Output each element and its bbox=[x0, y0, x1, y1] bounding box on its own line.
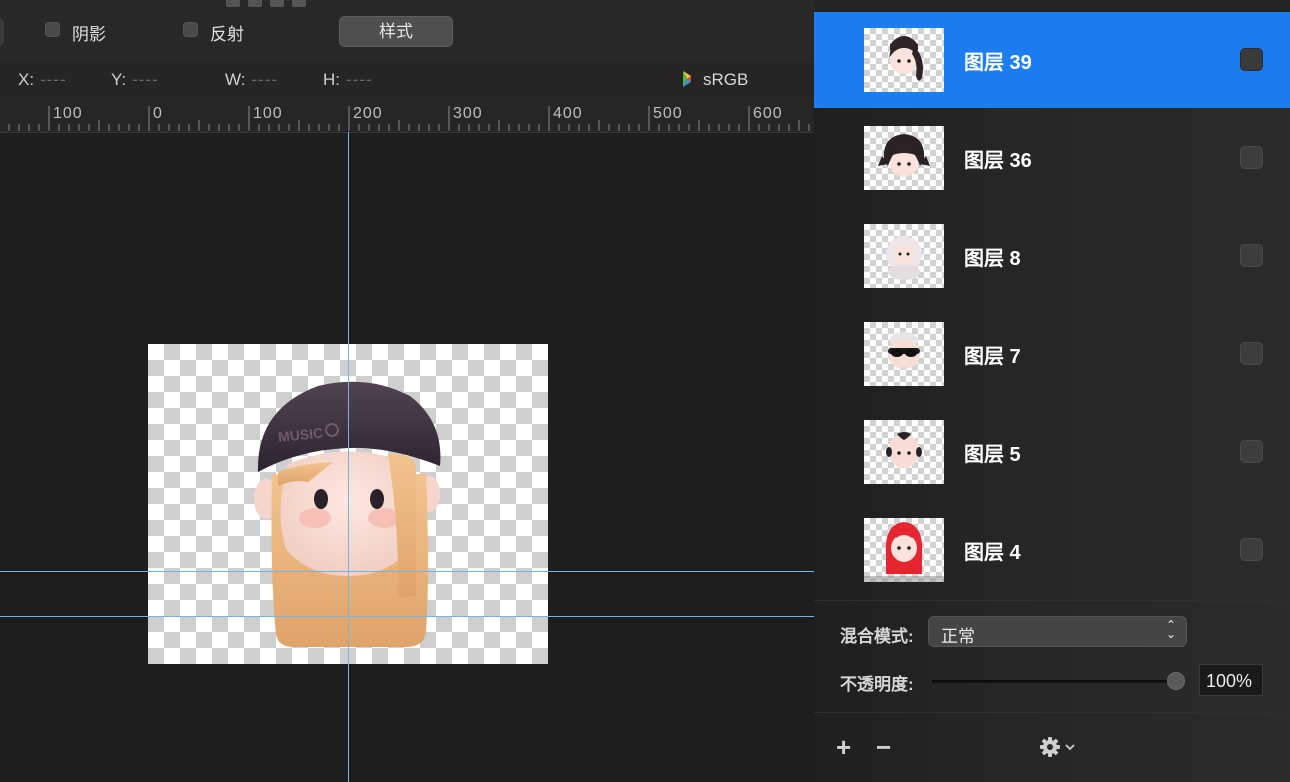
layer-thumbnail bbox=[864, 28, 944, 92]
ruler-label: 200 bbox=[353, 105, 383, 122]
partial-button[interactable] bbox=[0, 18, 4, 46]
layer-thumbnail bbox=[864, 322, 944, 386]
shadow-label: 阴影 bbox=[72, 25, 106, 44]
style-button[interactable]: 样式 bbox=[339, 16, 453, 47]
color-profile-icon bbox=[683, 71, 691, 87]
layer-visibility-checkbox[interactable] bbox=[1240, 146, 1263, 169]
layer-visibility-checkbox[interactable] bbox=[1240, 440, 1263, 463]
ruler-label: 100 bbox=[53, 105, 83, 122]
layer-name: 图层 39 bbox=[964, 52, 1032, 74]
horizontal-guide[interactable] bbox=[0, 616, 814, 617]
layer-row[interactable]: 图层 8 bbox=[814, 208, 1290, 304]
y-value: ---- bbox=[132, 70, 159, 89]
layer-name: 图层 4 bbox=[964, 542, 1021, 564]
avatar-thumbnail-icon bbox=[889, 36, 923, 81]
avatar-thumbnail-icon bbox=[886, 236, 922, 280]
layer-row[interactable]: 图层 5 bbox=[814, 404, 1290, 500]
layer-thumbnail bbox=[864, 224, 944, 288]
layer-name: 图层 36 bbox=[964, 150, 1032, 172]
opacity-label: 不透明度: bbox=[840, 675, 914, 694]
w-label: W: bbox=[225, 70, 246, 89]
ruler-label: 400 bbox=[553, 105, 583, 122]
avatar-thumbnail-icon bbox=[886, 432, 922, 468]
avatar-thumbnail-icon bbox=[888, 332, 920, 369]
options-bar: 阴影 反射 样式 bbox=[0, 0, 814, 62]
opacity-input[interactable]: 100% bbox=[1199, 664, 1263, 696]
layer-thumbnail bbox=[864, 420, 944, 484]
layer-name: 图层 8 bbox=[964, 248, 1021, 270]
layer-thumbnail bbox=[864, 518, 944, 582]
color-profile[interactable]: sRGB bbox=[681, 70, 748, 90]
panel-divider bbox=[814, 712, 1290, 713]
layer-row[interactable]: 图层 4 bbox=[814, 502, 1290, 598]
layer-name: 图层 7 bbox=[964, 346, 1021, 368]
horizontal-guide[interactable] bbox=[0, 571, 814, 572]
settings-menu-button[interactable] bbox=[1040, 736, 1080, 763]
y-label: Y: bbox=[111, 70, 127, 89]
x-label: X: bbox=[18, 70, 35, 89]
shadow-checkbox[interactable] bbox=[45, 22, 60, 37]
ruler-label: 500 bbox=[653, 105, 683, 122]
panel-header bbox=[814, 0, 1290, 12]
coordinates-bar: X: ---- Y: ---- W: ---- H: ---- sRGB bbox=[0, 62, 814, 102]
blend-mode-label: 混合模式: bbox=[840, 627, 914, 646]
opacity-slider-track[interactable] bbox=[932, 680, 1176, 683]
editor-area: 阴影 反射 样式 X: ---- Y: ---- W: ---- H: ---- sRG… bbox=[0, 0, 814, 782]
add-layer-button[interactable]: + bbox=[836, 732, 851, 763]
gear-icon bbox=[1040, 737, 1075, 757]
panel-divider bbox=[814, 600, 1290, 601]
layer-visibility-checkbox[interactable] bbox=[1240, 538, 1263, 561]
horizontal-ruler[interactable]: 100 0 100 200 300 400 500 600 bbox=[0, 102, 814, 133]
ruler-ticks bbox=[8, 106, 810, 131]
y-field[interactable]: Y: ---- bbox=[111, 70, 159, 90]
opacity-value: 100% bbox=[1206, 671, 1253, 691]
h-value: ---- bbox=[346, 70, 373, 89]
layer-visibility-checkbox[interactable] bbox=[1240, 244, 1263, 267]
blend-mode-value: 正常 bbox=[941, 627, 975, 646]
layer-thumbnail bbox=[864, 126, 944, 190]
w-value: ---- bbox=[251, 70, 279, 89]
x-field[interactable]: X: ---- bbox=[18, 70, 67, 90]
layer-visibility-checkbox[interactable] bbox=[1240, 48, 1263, 71]
layer-name: 图层 5 bbox=[964, 444, 1021, 466]
color-profile-label: sRGB bbox=[703, 70, 749, 89]
reflection-checkbox[interactable] bbox=[183, 22, 198, 37]
chevron-down-icon bbox=[1065, 744, 1075, 751]
layer-row[interactable]: 图层 36 bbox=[814, 110, 1290, 206]
blend-mode-select[interactable]: 正常 ⌃ ⌄ bbox=[928, 616, 1187, 647]
avatar-thumbnail-icon bbox=[878, 134, 930, 177]
ruler-label: 100 bbox=[253, 105, 283, 122]
layer-row[interactable]: 图层 39 bbox=[814, 12, 1290, 108]
layers-panel: 图层 39 图层 36 图层 8 图层 7 图层 5 图层 4 混合模式: 正常… bbox=[814, 0, 1290, 782]
layer-row[interactable]: 图层 7 bbox=[814, 306, 1290, 402]
h-field[interactable]: H: ---- bbox=[323, 70, 373, 90]
ruler-label: 600 bbox=[753, 105, 783, 122]
reflection-label: 反射 bbox=[210, 25, 244, 44]
updown-chevron-icon: ⌃ ⌄ bbox=[1165, 618, 1176, 641]
opacity-slider-knob[interactable] bbox=[1167, 672, 1185, 690]
layer-visibility-checkbox[interactable] bbox=[1240, 342, 1263, 365]
avatar-thumbnail-icon bbox=[864, 522, 944, 582]
h-label: H: bbox=[323, 70, 340, 89]
w-field[interactable]: W: ---- bbox=[225, 70, 278, 90]
x-value: ---- bbox=[40, 70, 67, 89]
ruler-label: 300 bbox=[453, 105, 483, 122]
remove-layer-button[interactable]: − bbox=[876, 732, 891, 763]
top-toolbar-remnant bbox=[226, 0, 386, 7]
ruler-label: 0 bbox=[153, 105, 163, 122]
vertical-guide[interactable] bbox=[348, 132, 349, 782]
